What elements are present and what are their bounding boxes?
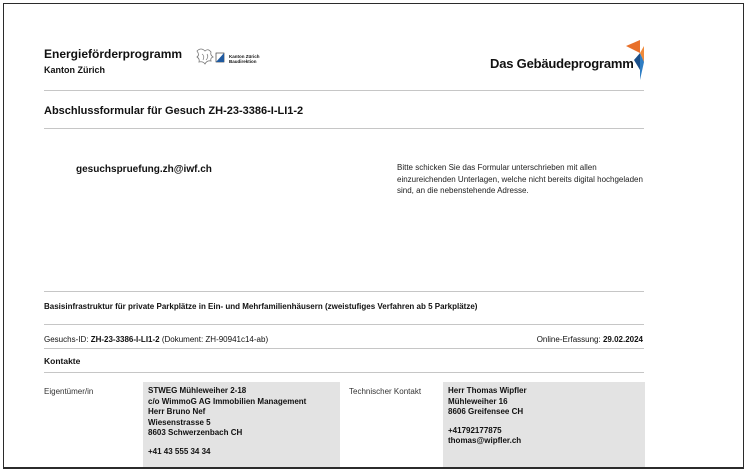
title-divider (44, 128, 644, 129)
gesuch-id-label: Gesuchs-ID: (44, 335, 91, 344)
program-subtitle: Kanton Zürich (44, 65, 105, 75)
gesuch-divider (44, 348, 644, 349)
kanton-zuerich-logo: Kanton Zürich Baudirektion (192, 45, 288, 71)
owner-phone: +41 43 555 34 34 (148, 446, 211, 456)
lion-crest-icon (196, 48, 225, 65)
gesuch-id-line: Gesuchs-ID: ZH-23-3386-I-LI1-2 (Dokument… (44, 335, 268, 344)
technical-line: Mühleweiher 16 (448, 396, 508, 406)
document-page: Energieförderprogramm Kanton Zürich Kant… (3, 3, 744, 469)
technical-contact-box: Herr Thomas Wipfler Mühleweiher 16 8606 … (443, 382, 645, 467)
technical-phone: +41792177875 (448, 425, 502, 435)
recipient-email: gesuchspruefung.zh@iwf.ch (76, 164, 212, 175)
form-title: Abschlussformular für Gesuch ZH-23-3386-… (44, 105, 304, 117)
gebaeudeprogramm-logo-icon (626, 40, 644, 80)
contacts-divider (44, 372, 644, 373)
owner-line: 8603 Schwerzenbach CH (148, 428, 243, 437)
technical-line: 8606 Greifensee CH (448, 407, 524, 416)
online-erfassung-label: Online-Erfassung: (536, 335, 603, 344)
owner-address-box: STWEG Mühleweiher 2-18 c/o WimmoG AG Imm… (143, 382, 340, 467)
instruction-text: Bitte schicken Sie das Formular untersch… (397, 163, 643, 195)
header-divider (44, 90, 644, 91)
document-id: (Dokument: ZH-90941c14-ab) (159, 335, 269, 344)
technical-line: Herr Thomas Wipfler (448, 386, 527, 395)
owner-line: Herr Bruno Nef (148, 407, 206, 416)
section-title: Basisinfrastruktur für private Parkplätz… (44, 302, 478, 311)
program-title: Energieförderprogramm (44, 47, 183, 61)
owner-label: Eigentümer/in (44, 387, 94, 396)
contacts-heading: Kontakte (44, 356, 81, 366)
technical-contact-label: Technischer Kontakt (349, 387, 422, 396)
technical-email: thomas@wipfler.ch (448, 436, 522, 445)
owner-line: Wiesenstrasse 5 (148, 417, 211, 427)
gebaeudeprogramm-brand: Das Gebäudeprogramm (490, 56, 634, 71)
owner-line: c/o WimmoG AG Immobilien Management (148, 396, 307, 406)
owner-line: STWEG Mühleweiher 2-18 (148, 386, 247, 395)
section-bottom-divider (44, 324, 644, 325)
kanton-logo-line2: Baudirektion (229, 59, 257, 64)
gesuch-id-value: ZH-23-3386-I-LI1-2 (90, 335, 160, 344)
online-erfassung-date: 29.02.2024 (602, 335, 643, 344)
online-erfassung-line: Online-Erfassung: 29.02.2024 (537, 335, 643, 344)
section-top-divider (44, 291, 644, 292)
